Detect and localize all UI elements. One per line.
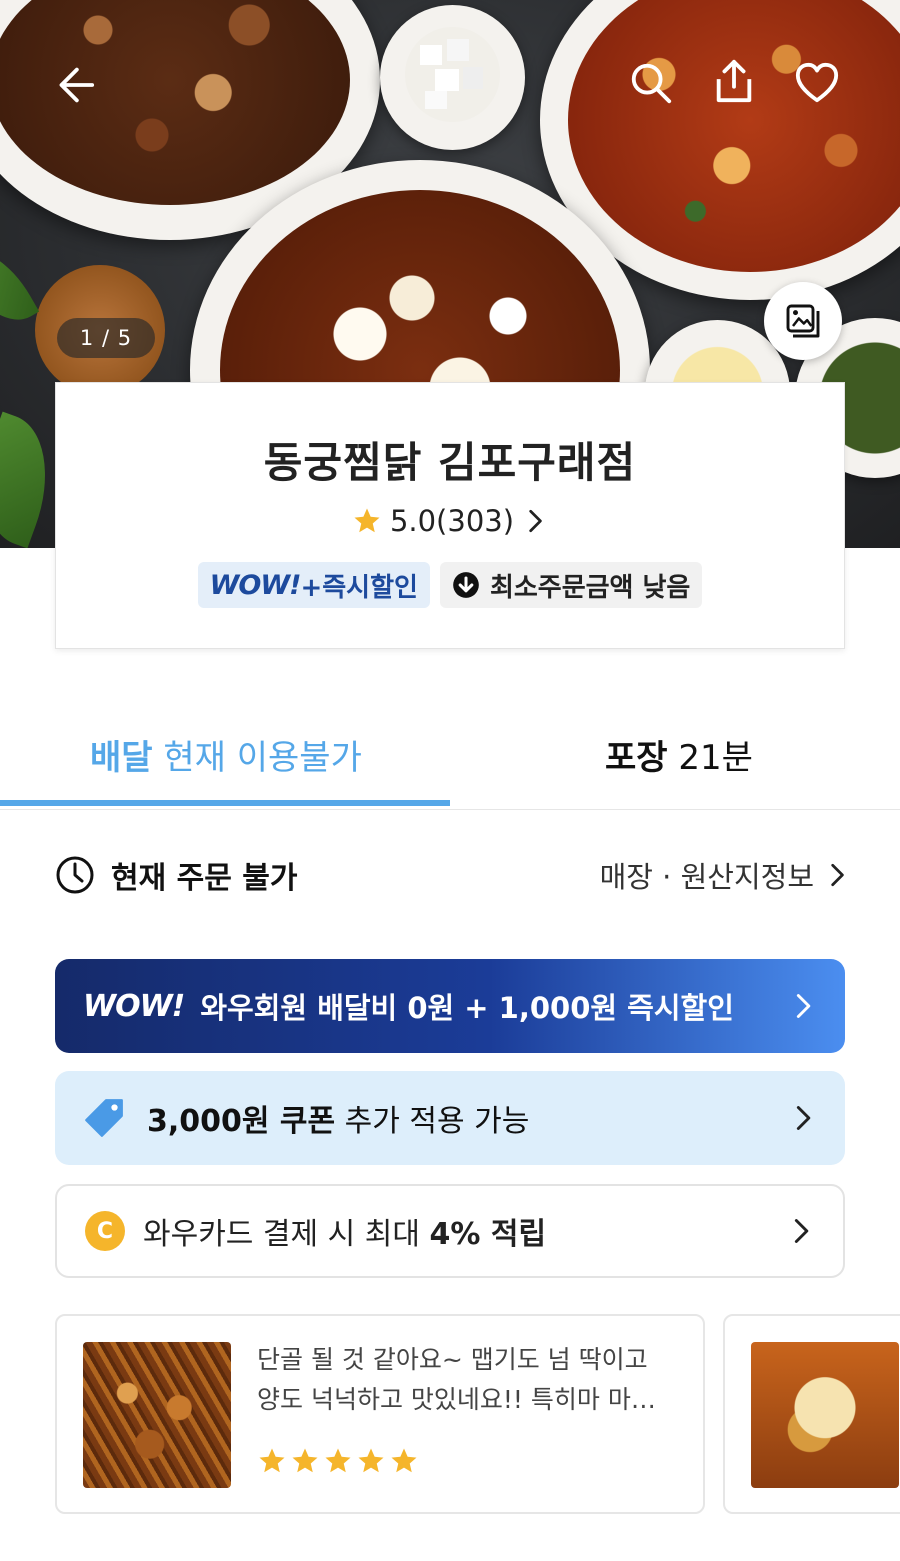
card-reward-text: 와우카드 결제 시 최대 4% 적립 [143, 1209, 546, 1253]
tag-icon [85, 1099, 123, 1137]
gallery-icon [786, 304, 820, 338]
star-icon [354, 508, 380, 533]
star-icon [391, 1448, 417, 1473]
tab-delivery[interactable]: 배달 현재 이용불가 [90, 730, 362, 779]
chevron-right-icon [796, 1106, 811, 1130]
chevron-right-icon [794, 1219, 809, 1243]
order-status-text: 현재 주문 불가 [111, 861, 298, 896]
min-order-text: 최소주문금액 낮음 [489, 572, 691, 603]
store-origin-info-link[interactable]: 매장 · 원산지정보 [600, 854, 850, 896]
tab-pickup-time: 21분 [667, 738, 753, 778]
order-status: 현재 주문 불가 [55, 853, 298, 897]
wow-badge-text: +즉시할인 [300, 572, 418, 603]
image-counter: 1 / 5 [57, 318, 155, 358]
wow-banner-text: 와우회원 배달비 0원 + 1,000원 즉시할인 [200, 991, 734, 1025]
coin-icon: C [85, 1211, 125, 1251]
clock-icon [56, 856, 94, 894]
coupon-banner[interactable]: 3,000원 쿠폰 추가 적용 가능 [55, 1071, 845, 1165]
rating-link[interactable]: 5.0(303) [56, 504, 844, 538]
card-reward-rate: 4% 적립 [429, 1217, 547, 1252]
arrow-left-icon [59, 67, 95, 103]
rating-value: 5.0(303) [389, 504, 515, 538]
star-icon [358, 1448, 384, 1473]
search-button[interactable] [628, 60, 674, 106]
tab-indicator [0, 800, 450, 806]
side-dish-radish [380, 5, 525, 150]
review-stars [257, 1446, 419, 1476]
min-order-badge: 최소주문금액 낮음 [439, 562, 703, 608]
order-status-row: 현재 주문 불가 매장 · 원산지정보 [55, 850, 850, 900]
review-card[interactable] [723, 1314, 900, 1514]
tab-pickup-label: 포장 [605, 738, 668, 778]
star-icon [259, 1448, 285, 1473]
review-photo [751, 1342, 899, 1488]
wow-membership-banner[interactable]: WOW! 와우회원 배달비 0원 + 1,000원 즉시할인 [55, 959, 845, 1053]
tab-pickup[interactable]: 포장 21분 [605, 730, 753, 779]
store-origin-info-label: 매장 · 원산지정보 [599, 860, 814, 894]
card-reward-prefix: 와우카드 결제 시 최대 [143, 1217, 430, 1252]
share-icon [716, 59, 752, 103]
store-info-card: 동궁찜닭 김포구래점 5.0(303) WOW! +즉시할인 최소주문금액 낮음 [55, 382, 845, 649]
back-button[interactable] [50, 62, 96, 108]
coupon-amount: 3,000원 쿠폰 [147, 1104, 336, 1139]
tab-delivery-label: 배달 [90, 738, 153, 778]
review-photo [83, 1342, 231, 1488]
coupon-description: 추가 적용 가능 [335, 1104, 530, 1139]
tab-delivery-status: 현재 이용불가 [152, 738, 362, 778]
wow-logo: WOW! [83, 988, 185, 1024]
wow-card-reward-banner[interactable]: C 와우카드 결제 시 최대 4% 적립 [55, 1184, 845, 1278]
leaf-decoration [0, 233, 40, 337]
chevron-right-icon [796, 994, 811, 1018]
arrow-down-circle-icon [453, 572, 479, 598]
heart-icon [795, 62, 839, 103]
order-type-tabs: 배달 현재 이용불가 포장 21분 [0, 700, 900, 810]
store-name: 동궁찜닭 김포구래점 [263, 438, 637, 487]
star-icon [292, 1448, 318, 1473]
star-icon [325, 1448, 351, 1473]
chevron-right-icon [831, 863, 844, 887]
chevron-right-icon [529, 509, 542, 533]
wow-discount-badge: WOW! +즉시할인 [197, 562, 430, 608]
favorite-button[interactable] [794, 60, 840, 106]
wow-logo: WOW! [209, 569, 302, 601]
share-button[interactable] [711, 58, 757, 104]
search-icon [631, 63, 672, 104]
review-card[interactable]: 단골 될 것 같아요~ 맵기도 넘 딱이고 양도 넉넉하고 맛있네요!! 특히마… [55, 1314, 705, 1514]
coupon-text: 3,000원 쿠폰 추가 적용 가능 [147, 1096, 529, 1140]
gallery-button[interactable] [764, 282, 842, 360]
review-text: 단골 될 것 같아요~ 맵기도 넘 딱이고 양도 넉넉하고 맛있네요!! 특히마… [257, 1345, 656, 1414]
